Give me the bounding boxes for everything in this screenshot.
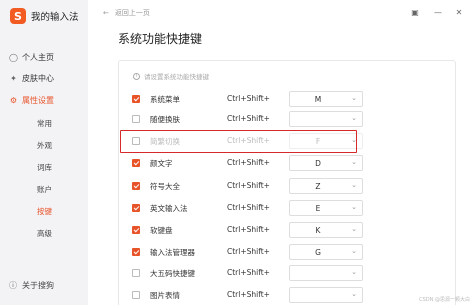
sidebar-item-label: 属性设置: [22, 95, 54, 105]
about-label: 关于搜狗: [22, 280, 54, 290]
shortcut-name: 英文输入法: [150, 204, 188, 213]
sidebar-item-profile[interactable]: ◯ 个人主页: [0, 47, 88, 67]
back-button[interactable]: ← 返回上一页: [103, 8, 150, 18]
shortcut-key-value: K: [315, 226, 321, 235]
shortcut-modifier: Ctrl+Shift+: [227, 247, 270, 256]
shortcut-key-select[interactable]: G ⌄: [289, 244, 363, 260]
sidebar-sub-item-keys[interactable]: 按键: [0, 200, 88, 222]
shortcut-modifier: Ctrl+Shift+: [227, 203, 270, 212]
chevron-down-icon: ⌄: [351, 268, 357, 276]
shortcut-name: 系统菜单: [150, 95, 180, 104]
sub-item-label: 高级: [37, 228, 52, 238]
shortcut-key-value: Z: [315, 182, 321, 191]
brand: S 我的输入法: [10, 8, 79, 24]
shortcut-key-select[interactable]: K ⌄: [289, 222, 363, 238]
chevron-down-icon: ⌄: [351, 94, 357, 102]
sub-item-label: 常用: [37, 118, 52, 128]
app-logo-icon: S: [10, 8, 26, 24]
info-icon: i: [133, 72, 140, 80]
shortcut-name: 输入法管理器: [150, 248, 195, 257]
topbar: ← 返回上一页 ▣ — ✕: [88, 0, 474, 24]
shortcut-checkbox[interactable]: [132, 159, 140, 167]
highlight-box: [120, 130, 357, 153]
feedback-icon[interactable]: ▣: [408, 5, 422, 19]
chevron-down-icon: ⌄: [351, 247, 357, 255]
shortcut-key-value: M: [314, 95, 322, 104]
hint: i 请设置系统功能快捷键: [133, 71, 209, 81]
sidebar-item-skin[interactable]: ✦ 皮肤中心: [0, 68, 88, 88]
shortcut-modifier: Ctrl+Shift+: [227, 290, 270, 299]
shortcut-checkbox[interactable]: [132, 182, 140, 190]
shortcut-checkbox[interactable]: [132, 204, 140, 212]
shortcut-key-select[interactable]: E ⌄: [289, 200, 363, 216]
shortcut-modifier: Ctrl+Shift+: [227, 225, 270, 234]
sidebar-sub-item-advanced[interactable]: 高级: [0, 222, 88, 244]
shortcut-modifier: Ctrl+Shift+: [227, 114, 270, 123]
sidebar-sub-item-dictionary[interactable]: 词库: [0, 156, 88, 178]
shortcut-checkbox[interactable]: [132, 291, 140, 299]
shortcut-modifier: Ctrl+Shift+: [227, 181, 270, 190]
shortcut-key-select[interactable]: ⌄: [289, 111, 363, 127]
shortcut-key-select[interactable]: D ⌄: [289, 155, 363, 171]
shortcut-key-select[interactable]: ⌄: [289, 287, 363, 303]
shortcut-name: 大五码快捷键: [150, 269, 195, 278]
shortcut-key-value: G: [315, 248, 321, 257]
shortcut-checkbox[interactable]: [132, 269, 140, 277]
shortcut-row: 颜文字 Ctrl+Shift+ D ⌄: [119, 151, 457, 176]
shortcut-checkbox[interactable]: [132, 248, 140, 256]
palette-icon: ✦: [10, 73, 17, 83]
info-icon: ⓘ: [9, 280, 17, 290]
sub-item-label: 账户: [37, 184, 52, 194]
chevron-down-icon: ⌄: [351, 290, 357, 298]
chevron-down-icon: ⌄: [351, 203, 357, 211]
sidebar-sub-item-common[interactable]: 常用: [0, 112, 88, 134]
shortcut-name: 软键盘: [150, 226, 173, 235]
shortcut-checkbox[interactable]: [132, 115, 140, 123]
shortcut-key-value: E: [315, 204, 321, 213]
shortcut-modifier: Ctrl+Shift+: [227, 158, 270, 167]
minimize-icon[interactable]: —: [431, 5, 445, 19]
chevron-down-icon: ⌄: [351, 114, 357, 122]
sidebar-item-label: 个人主页: [22, 52, 54, 62]
shortcut-key-select[interactable]: Z ⌄: [289, 178, 363, 194]
chevron-down-icon: ⌄: [351, 181, 357, 189]
user-icon: ◯: [9, 52, 18, 62]
back-label: 返回上一页: [114, 9, 150, 17]
shortcut-name: 随便换肤: [150, 115, 180, 124]
shortcut-modifier: Ctrl+Shift+: [227, 268, 270, 277]
sidebar: S 我的输入法 ◯ 个人主页 ✦ 皮肤中心 ⚙ 属性设置 常用 外观 词库 账户…: [0, 0, 88, 305]
shortcut-checkbox[interactable]: [132, 226, 140, 234]
watermark: CSDN @思源一颗大白: [419, 297, 470, 303]
settings-icon: ⚙: [9, 95, 18, 105]
sidebar-item-label: 皮肤中心: [22, 73, 54, 83]
hint-text: 请设置系统功能快捷键: [144, 73, 209, 81]
page-title: 系统功能快捷键: [118, 32, 203, 46]
shortcut-panel: i 请设置系统功能快捷键 系统菜单 Ctrl+Shift+ M ⌄ 随便换肤 Ctrl+S…: [118, 60, 456, 305]
shortcut-name: 符号大全: [150, 182, 180, 191]
shortcut-key-value: D: [315, 159, 321, 168]
sidebar-sub-item-account[interactable]: 账户: [0, 178, 88, 200]
shortcut-key-select[interactable]: ⌄: [289, 265, 363, 281]
chevron-down-icon: ⌄: [351, 158, 357, 166]
sidebar-item-settings[interactable]: ⚙ 属性设置: [0, 90, 88, 110]
sub-item-label: 词库: [37, 162, 52, 172]
close-icon[interactable]: ✕: [452, 5, 466, 19]
sub-item-label: 外观: [37, 140, 52, 150]
sub-item-label: 按键: [37, 206, 52, 216]
arrow-left-icon: ←: [103, 9, 109, 17]
shortcut-modifier: Ctrl+Shift+: [227, 94, 270, 103]
about-button[interactable]: ⓘ 关于搜狗: [0, 275, 88, 295]
chevron-down-icon: ⌄: [351, 225, 357, 233]
app-name: 我的输入法: [31, 12, 79, 23]
shortcut-row: 图片表情 Ctrl+Shift+ ⌄: [119, 283, 457, 305]
shortcut-key-select[interactable]: M ⌄: [289, 91, 363, 107]
sidebar-sub-item-appearance[interactable]: 外观: [0, 134, 88, 156]
shortcut-checkbox[interactable]: [132, 95, 140, 103]
shortcut-name: 图片表情: [150, 291, 180, 300]
shortcut-name: 颜文字: [150, 159, 173, 168]
